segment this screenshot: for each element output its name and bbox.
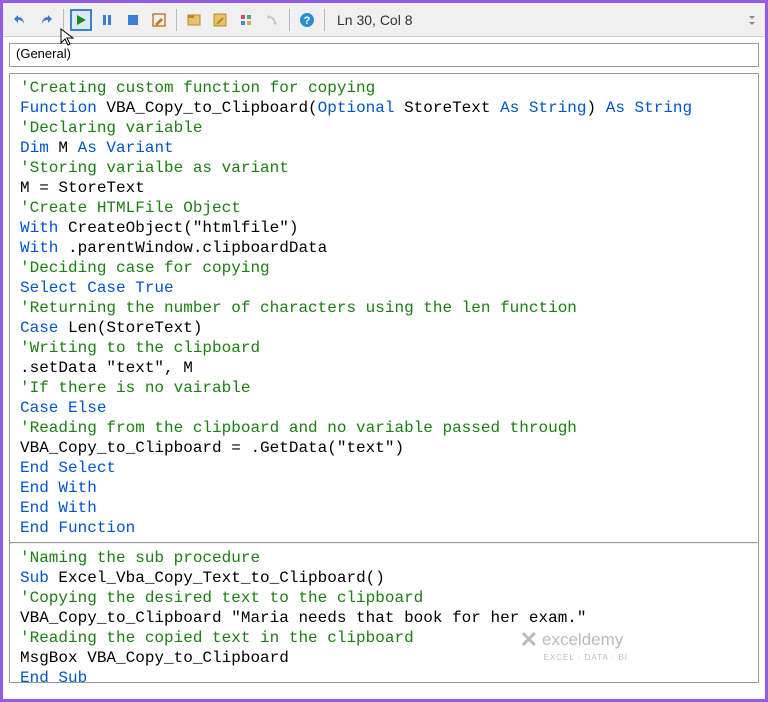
code-editor[interactable]: 'Creating custom function for copying Fu… [9, 73, 759, 683]
undo-icon[interactable] [9, 9, 31, 31]
cursor-position: Ln 30, Col 8 [337, 12, 413, 28]
separator [324, 9, 325, 31]
object-icon[interactable] [235, 9, 257, 31]
code-block-2: 'Naming the sub procedure Sub Excel_Vba_… [10, 544, 758, 683]
object-dropdown[interactable]: (General) [9, 43, 759, 67]
toolbar-dropdown-icon[interactable] [749, 9, 759, 31]
toolbox-icon[interactable] [261, 9, 283, 31]
svg-text:?: ? [304, 15, 311, 27]
help-icon[interactable]: ? [296, 9, 318, 31]
pause-icon[interactable] [96, 9, 118, 31]
code-block-1: 'Creating custom function for copying Fu… [10, 74, 758, 542]
design-icon[interactable] [148, 9, 170, 31]
watermark: ✕exceldemy EXCEL · DATA · BI [520, 627, 628, 662]
toolbar: ? Ln 30, Col 8 [3, 3, 765, 37]
separator [176, 9, 177, 31]
mouse-cursor [60, 28, 76, 48]
project-icon[interactable] [183, 9, 205, 31]
redo-icon[interactable] [35, 9, 57, 31]
stop-icon[interactable] [122, 9, 144, 31]
separator [289, 9, 290, 31]
properties-icon[interactable] [209, 9, 231, 31]
